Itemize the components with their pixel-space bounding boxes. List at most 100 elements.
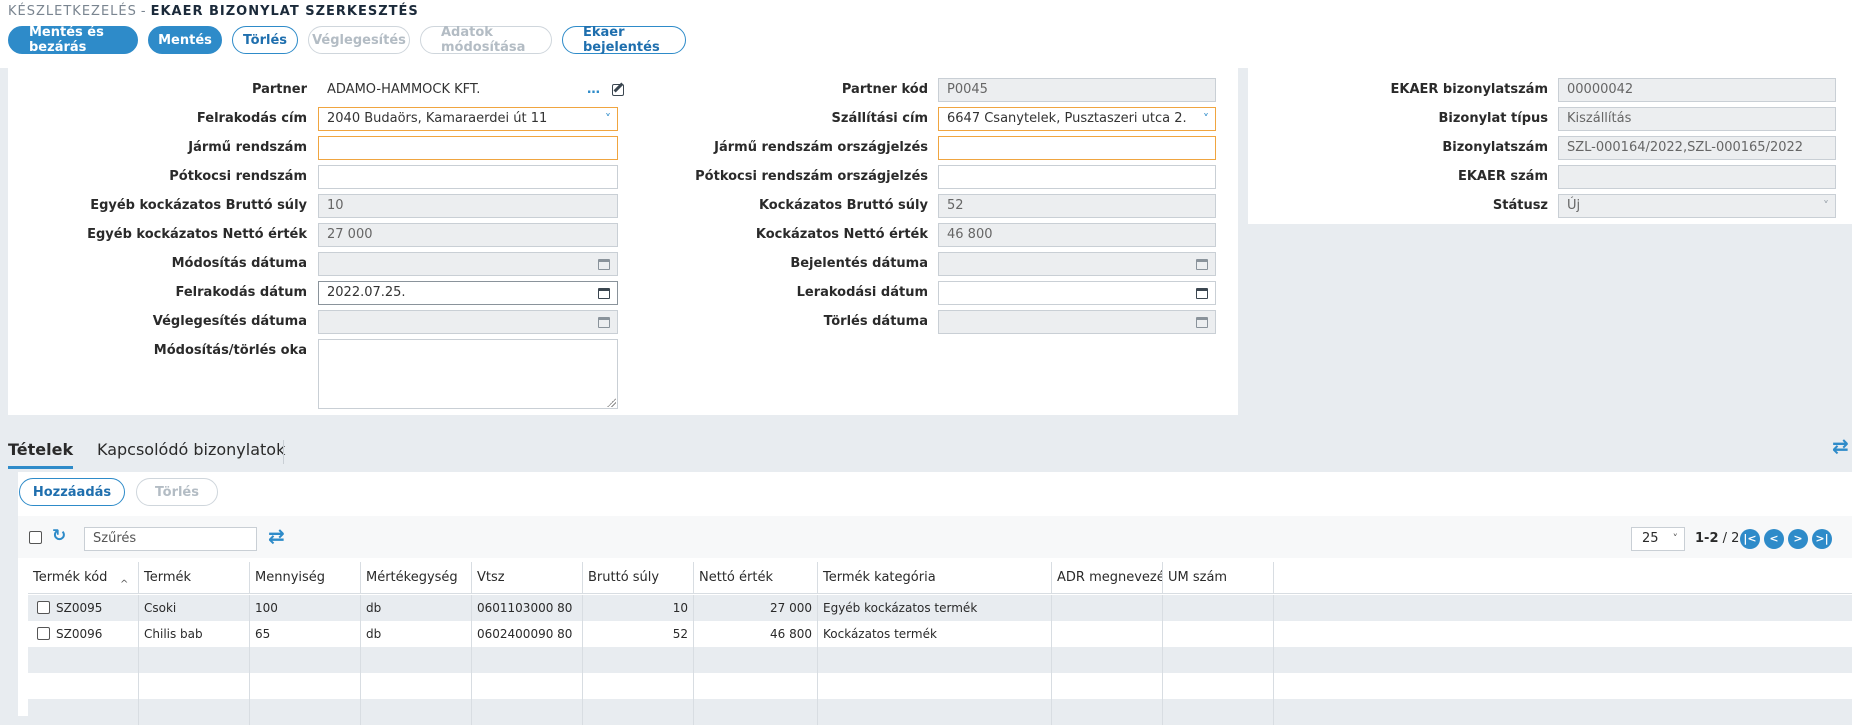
tab-items[interactable]: Tételek — [8, 440, 74, 469]
empty-cell — [250, 673, 361, 699]
chevron-down-icon: ˅ — [1823, 199, 1829, 213]
main-form-panel: Partner ADAMO-HAMMOCK KFT. … Felrakodás … — [8, 68, 1238, 415]
column-header-category[interactable]: Termék kategória — [818, 562, 1052, 594]
empty-cell — [1052, 699, 1163, 725]
save-close-button[interactable]: Mentés és bezárás — [8, 25, 138, 55]
empty-cell — [361, 699, 472, 725]
delete-date-field — [938, 310, 1216, 334]
cell-um — [1163, 595, 1274, 621]
first-page-icon[interactable]: |< — [1740, 529, 1760, 549]
calendar-icon[interactable] — [1196, 288, 1208, 299]
cell-um — [1163, 621, 1274, 647]
partner-code-label: Partner kód — [841, 82, 928, 97]
tab-related-documents[interactable]: Kapcsolódó bizonylatok — [97, 440, 285, 466]
pager-total: 2 — [1731, 531, 1740, 546]
delete-button[interactable]: Törlés — [232, 26, 298, 54]
doc-type-field: Kiszállítás — [1558, 107, 1836, 131]
column-header-um[interactable]: UM szám — [1163, 562, 1274, 594]
ekaer-doc-no-label: EKAER bizonylatszám — [1390, 82, 1549, 97]
reason-textarea[interactable] — [318, 339, 618, 409]
chevron-down-icon: ˅ — [1672, 532, 1679, 545]
table-row[interactable]: SZ0096 Chilis bab 65 db 0602400090 80 52… — [28, 621, 1852, 647]
empty-cell — [472, 699, 583, 725]
resize-handle-icon[interactable] — [607, 398, 616, 407]
column-header-net-value[interactable]: Nettó érték — [694, 562, 818, 594]
finalize-button[interactable]: Véglegesítés — [308, 26, 410, 54]
column-header-adr[interactable]: ADR megnevezés — [1052, 562, 1163, 594]
refresh-icon[interactable]: ↻ — [52, 528, 69, 545]
empty-cell — [361, 647, 472, 673]
column-header-gross-weight[interactable]: Bruttó súly — [583, 562, 694, 594]
page-size-value: 25 — [1642, 531, 1659, 546]
add-button[interactable]: Hozzáadás — [19, 478, 125, 506]
vehicle-country-label: Jármű rendszám országjelzés — [714, 140, 928, 155]
empty-cell — [1163, 673, 1274, 699]
column-header-unit[interactable]: Mértékegység — [361, 562, 472, 594]
empty-cell — [583, 673, 694, 699]
prev-page-icon[interactable]: < — [1764, 529, 1784, 549]
empty-cell — [139, 673, 250, 699]
delete-date-label: Törlés dátuma — [823, 314, 928, 329]
shipping-address-row: Szállítási cím 6647 Csanytelek, Pusztasz… — [8, 107, 1238, 131]
page-size-select[interactable]: 25 ˅ — [1631, 527, 1685, 551]
row-checkbox[interactable] — [37, 601, 50, 614]
empty-cell — [472, 673, 583, 699]
empty-cell — [583, 647, 694, 673]
vehicle-country-input[interactable] — [938, 136, 1216, 160]
shipping-address-select[interactable]: 6647 Csanytelek, Pusztaszeri utca 2. ˅ — [938, 107, 1216, 131]
empty-cell — [361, 673, 472, 699]
table-row[interactable]: SZ0095 Csoki 100 db 0601103000 80 10 27 … — [28, 595, 1852, 621]
ekaer-report-button[interactable]: Ekaer bejelentés — [562, 25, 686, 55]
empty-row — [28, 647, 1852, 673]
breadcrumb: KÉSZLETKEZELÉS - EKAER BIZONYLAT SZERKESZT… — [8, 4, 419, 19]
chevron-down-icon: ˅ — [1199, 108, 1209, 130]
empty-cell — [694, 647, 818, 673]
risk-net-value-field: 46 800 — [938, 223, 1216, 247]
table-header: Termék kód ^ Termék Mennyiség Mértékegysé… — [28, 562, 1852, 594]
column-header-product[interactable]: Termék — [139, 562, 250, 594]
cell-vtsz: 0601103000 80 — [472, 595, 583, 621]
sort-asc-icon[interactable]: ^ — [120, 569, 128, 594]
ekaer-no-field — [1558, 165, 1836, 189]
cell-code: SZ0095 — [51, 595, 139, 621]
document-info-panel: EKAER bizonylatszám 00000042 Bizonylat t… — [1248, 68, 1852, 224]
grid-delete-button[interactable]: Törlés — [136, 478, 218, 506]
cell-net-value: 27 000 — [694, 595, 818, 621]
next-page-icon[interactable]: > — [1788, 529, 1808, 549]
cell-product: Csoki — [139, 595, 250, 621]
cell-gross-weight: 52 — [583, 621, 694, 647]
ekaer-doc-no-field: 00000042 — [1558, 78, 1836, 102]
select-all-checkbox[interactable] — [29, 531, 42, 544]
empty-cell — [818, 647, 1052, 673]
swap-icon[interactable]: ⇄ — [1832, 434, 1849, 458]
calendar-icon — [1196, 259, 1208, 270]
tab-bar: Tételek Kapcsolódó bizonylatok — [0, 432, 1852, 472]
empty-cell — [1163, 647, 1274, 673]
row-checkbox[interactable] — [37, 627, 50, 640]
trailer-country-input[interactable] — [938, 165, 1216, 189]
empty-cell — [250, 699, 361, 725]
filter-input[interactable]: Szűrés — [84, 527, 257, 551]
partner-code-field: P0045 — [938, 78, 1216, 102]
cell-net-value: 46 800 — [694, 621, 818, 647]
items-grid: Hozzáadás Törlés ↻ Szűrés ⇄ 25 ˅ 1-2 / 2… — [18, 472, 1852, 725]
risk-gross-weight-field: 52 — [938, 194, 1216, 218]
cell-quantity: 100 — [250, 595, 361, 621]
modify-data-button[interactable]: Adatok módosítása — [420, 25, 552, 55]
breadcrumb-parent[interactable]: KÉSZLETKEZELÉS — [8, 4, 137, 19]
swap-icon[interactable]: ⇄ — [268, 524, 285, 548]
unloading-date-input[interactable] — [938, 281, 1216, 305]
partner-code-row: Partner kód P0045 — [8, 78, 1238, 102]
save-button[interactable]: Mentés — [148, 26, 222, 54]
column-header-vtsz[interactable]: Vtsz — [472, 562, 583, 594]
column-header-quantity[interactable]: Mennyiség — [250, 562, 361, 594]
trailer-country-label: Pótkocsi rendszám országjelzés — [695, 169, 928, 184]
cell-code: SZ0096 — [51, 621, 139, 647]
empty-cell — [1163, 699, 1274, 725]
empty-cell — [1052, 647, 1163, 673]
report-date-row: Bejelentés dátuma — [8, 252, 1238, 276]
risk-net-value-row: Kockázatos Nettó érték 46 800 — [8, 223, 1238, 247]
column-header-code[interactable]: Termék kód ^ — [28, 562, 139, 594]
last-page-icon[interactable]: >| — [1812, 529, 1832, 549]
empty-cell — [1052, 673, 1163, 699]
